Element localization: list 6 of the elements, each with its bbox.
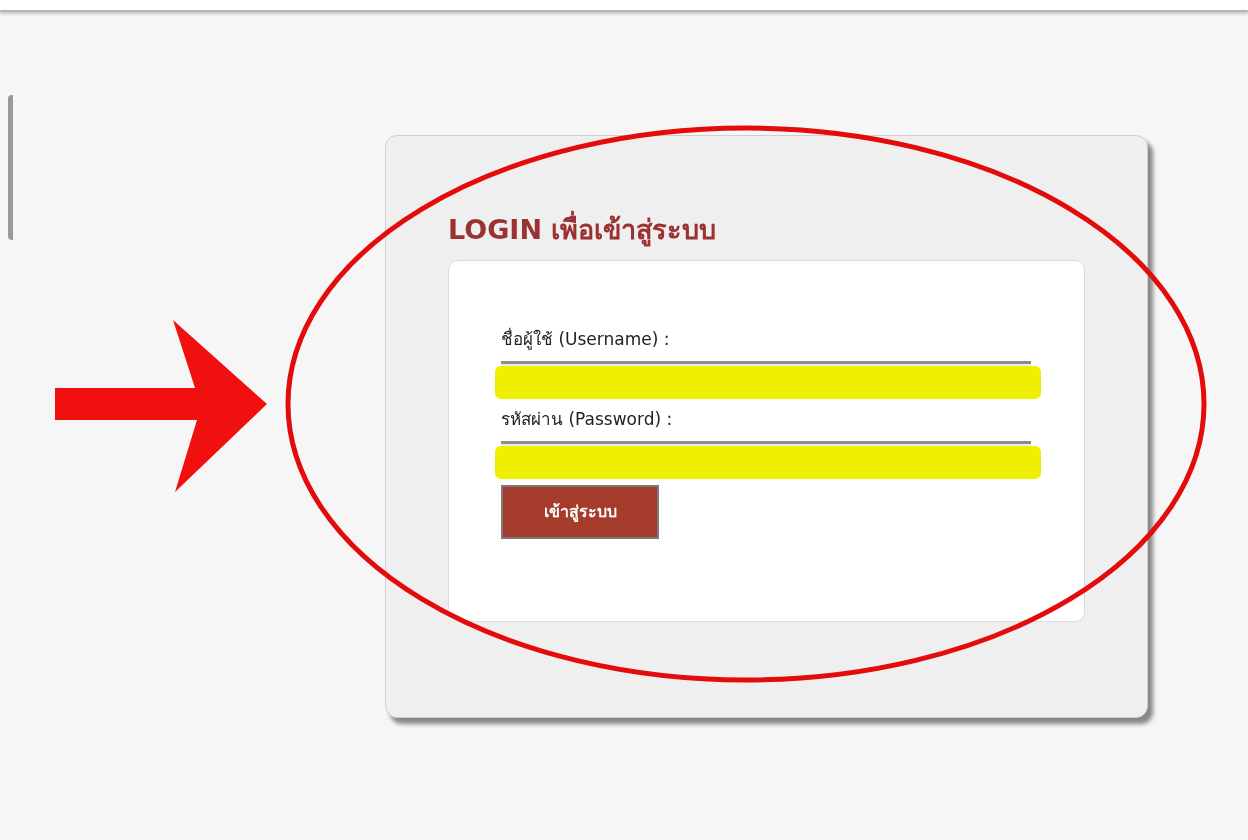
login-title: LOGIN เพื่อเข้าสู่ระบบ [448,212,1147,248]
field-label: ชื่อผู้ใช้ (Username) : [501,327,671,351]
input-field[interactable] [501,441,1031,446]
field-label: รหัสผ่าน (Password) : [501,408,674,431]
input-field[interactable] [501,361,1031,366]
login-button[interactable]: เข้าสู่ระบบ [501,485,659,539]
